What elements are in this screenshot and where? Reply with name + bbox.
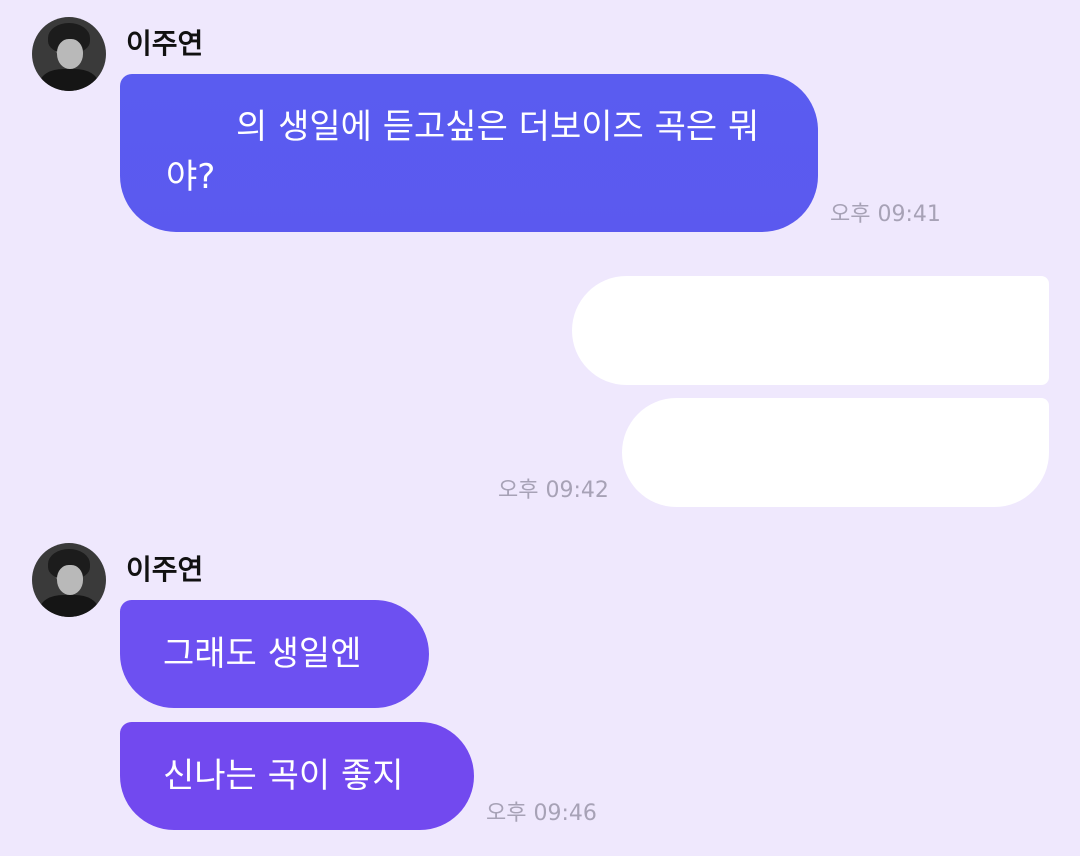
incoming-message-bubble[interactable]: 신나는 곡이 좋지: [120, 722, 474, 830]
sender-name: 이주연: [126, 553, 204, 586]
avatar-body: [40, 595, 98, 617]
incoming-message-bubble[interactable]: 의 생일에 듣고싶은 더보이즈 곡은 뭐야?: [120, 74, 818, 232]
avatar-body: [40, 69, 98, 91]
message-timestamp: 오후 09:46: [486, 801, 597, 826]
outgoing-message-bubble[interactable]: [622, 398, 1049, 507]
message-timestamp: 오후 09:41: [830, 202, 941, 227]
sender-avatar[interactable]: [32, 543, 106, 617]
avatar-face: [57, 565, 83, 595]
sender-name: 이주연: [126, 27, 204, 60]
outgoing-message-bubble[interactable]: [572, 276, 1049, 385]
incoming-message-bubble[interactable]: 그래도 생일엔: [120, 600, 429, 708]
message-text: 의 생일에 듣고싶은 더보이즈 곡은 뭐야?: [166, 107, 760, 197]
message-timestamp: 오후 09:42: [498, 478, 609, 503]
message-text: 신나는 곡이 좋지: [163, 756, 404, 796]
message-text: 그래도 생일엔: [163, 634, 362, 674]
avatar-face: [57, 39, 83, 69]
sender-avatar[interactable]: [32, 17, 106, 91]
